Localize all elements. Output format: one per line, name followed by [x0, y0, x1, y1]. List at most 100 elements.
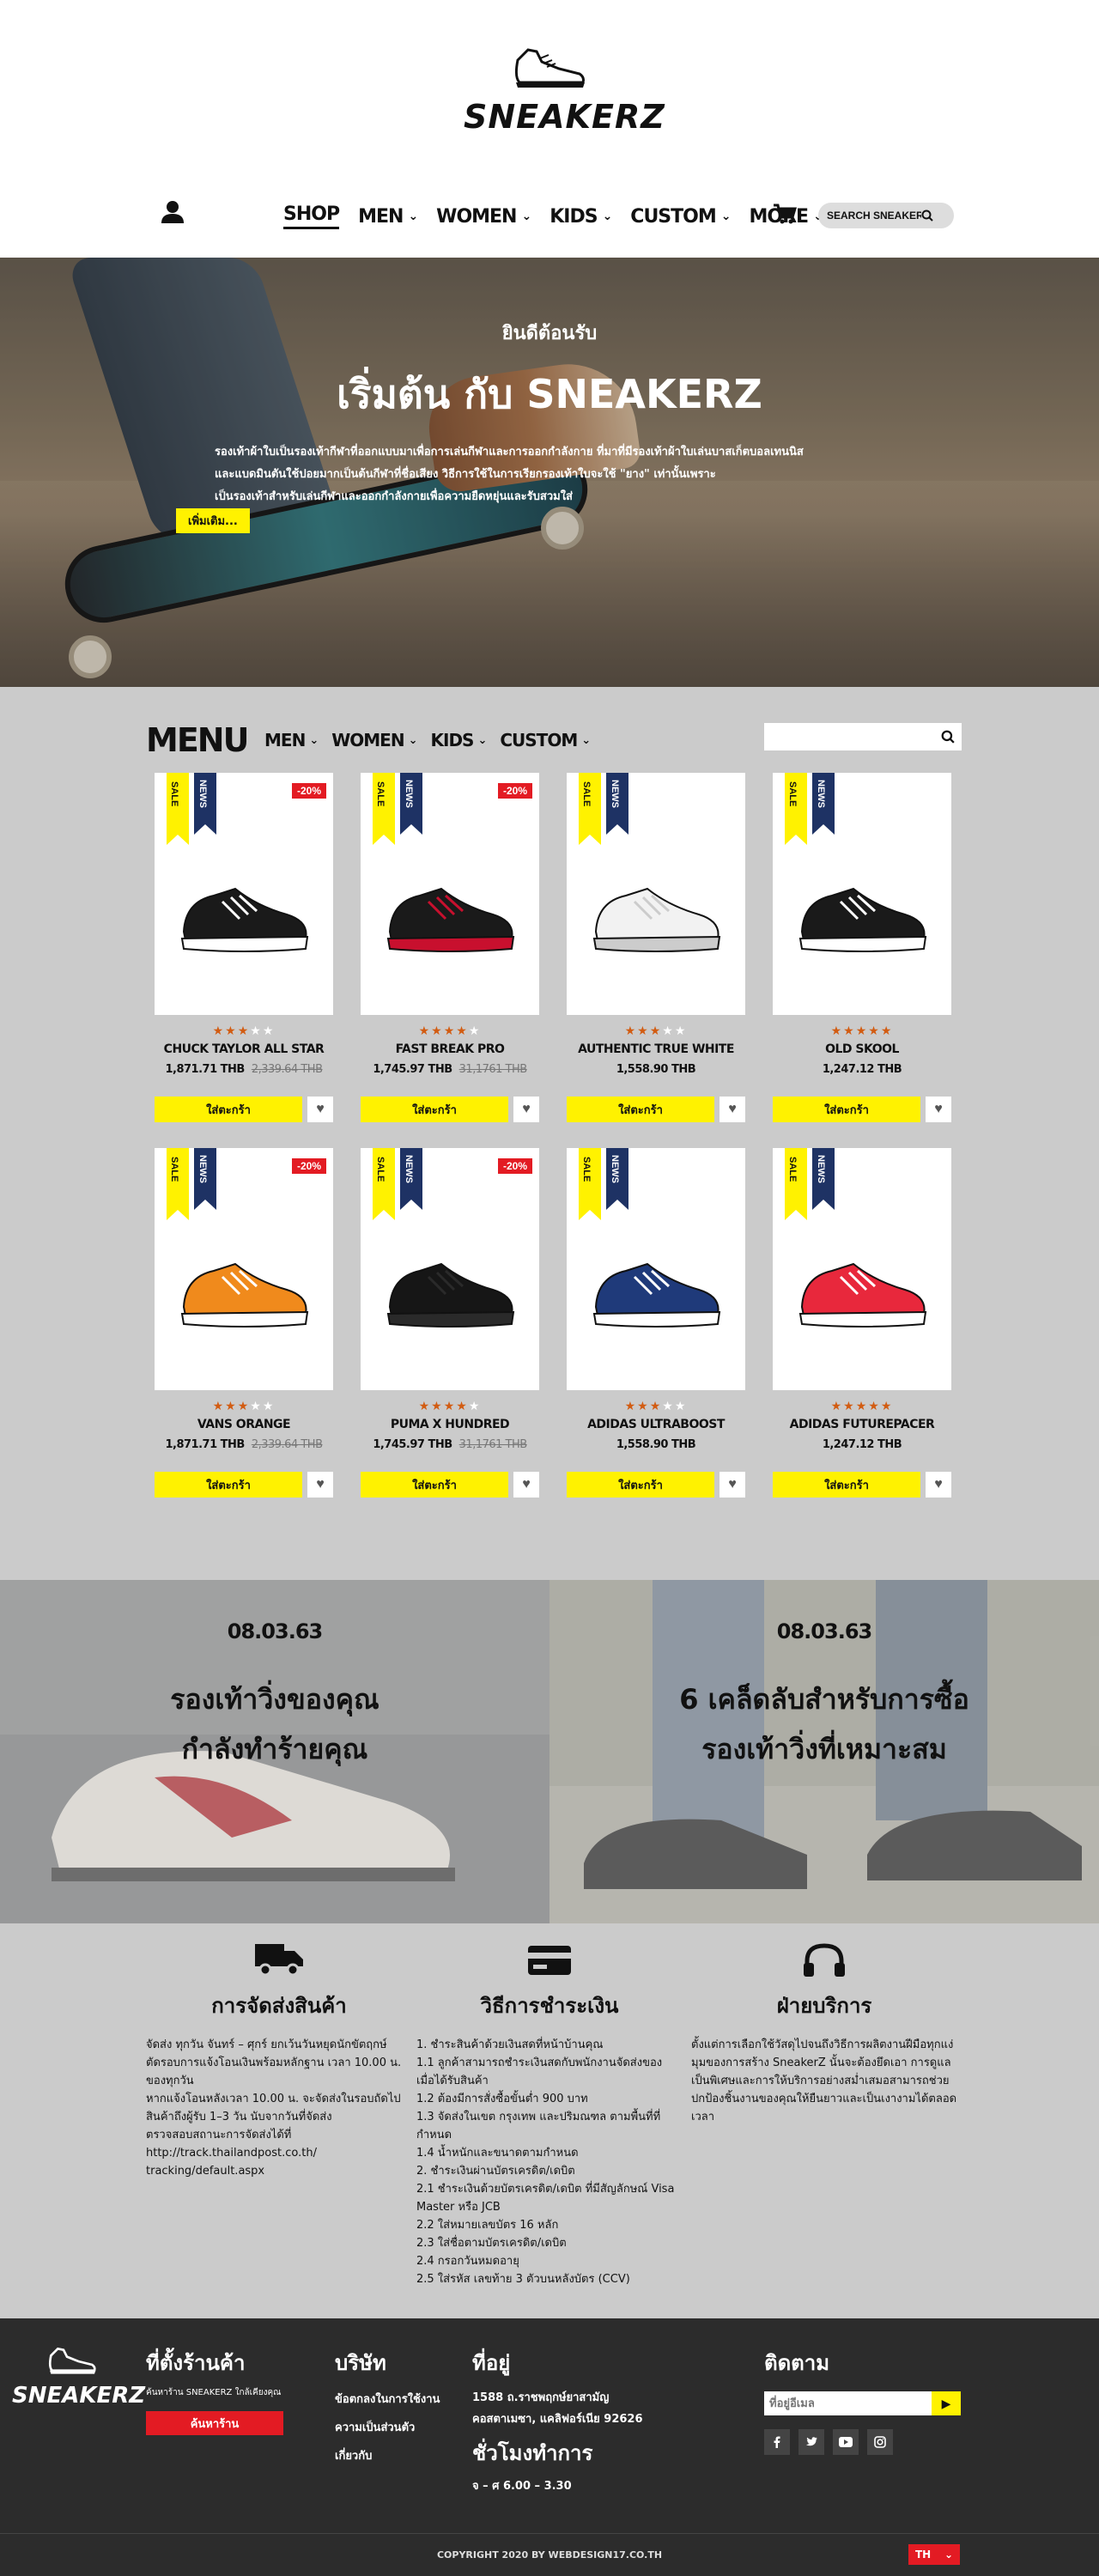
title-line: กำลังทำร้ายคุณ: [181, 1733, 368, 1765]
menu-nav-men[interactable]: MEN ⌄: [264, 730, 319, 750]
nav-item-men[interactable]: MEN ⌄: [358, 205, 418, 228]
hero-text: ยินดีต้อนรับ เริ่มต้น กับ SNEAKERZ รองเท…: [189, 318, 910, 508]
add-to-cart-button[interactable]: ใส่ตะกร้า: [155, 1472, 302, 1498]
facebook-icon[interactable]: [764, 2429, 790, 2455]
product-card[interactable]: SALE NEWS ★★★★★ ADIDAS FUTUREPACER 1,247.12 …: [773, 1148, 953, 1500]
footer-company-title: บริษัท: [335, 2351, 386, 2375]
newsletter-form: ▶: [764, 2391, 961, 2415]
product-card[interactable]: SALE NEWS -20% ★★★★★ VANS ORANGE 1,871.71 THB…: [155, 1148, 335, 1500]
chevron-down-icon: ⌄: [309, 733, 319, 747]
menu-nav-kids[interactable]: KIDS ⌄: [431, 730, 488, 750]
hero-welcome: ยินดีต้อนรับ: [501, 323, 598, 344]
product-name[interactable]: CHUCK TAYLOR ALL STAR: [155, 1042, 333, 1056]
header-search-input[interactable]: [827, 210, 921, 222]
footer-link-privacy[interactable]: ความเป็นส่วนตัว: [335, 2418, 440, 2436]
find-store-button[interactable]: ค้นหาร้าน: [146, 2411, 283, 2435]
footer-company: บริษัท ข้อตกลงในการใช้งาน ความเป็นส่วนตั…: [335, 2346, 440, 2464]
info-line: 2. ชำระเงินผ่านบัตรเครดิต/เดบิต: [416, 2165, 575, 2178]
nav-item-custom[interactable]: CUSTOM ⌄: [630, 206, 732, 228]
product-card[interactable]: SALE NEWS -20% ★★★★★ CHUCK TAYLOR ALL STAR 1,…: [155, 773, 335, 1125]
info-line: 1. ชำระสินค้าด้วยเงินสดที่หน้าบ้านคุณ: [416, 2038, 604, 2051]
brand-logo[interactable]: SNEAKERZ: [464, 43, 665, 163]
product-card[interactable]: SALE NEWS ★★★★★ OLD SKOOL 1,247.12 THB ใส่ตะก…: [773, 773, 953, 1125]
info-line[interactable]: http://track.thailandpost.co.th/ trackin…: [146, 2144, 412, 2180]
add-to-cart-button[interactable]: ใส่ตะกร้า: [361, 1472, 508, 1498]
hero-more-button[interactable]: เพิ่มเติม...: [176, 508, 250, 533]
product-name[interactable]: PUMA X HUNDRED: [361, 1418, 539, 1431]
youtube-icon[interactable]: [833, 2429, 859, 2455]
menu-nav-women[interactable]: WOMEN ⌄: [331, 730, 417, 750]
product-name[interactable]: AUTHENTIC TRUE WHITE: [567, 1042, 745, 1056]
cart-icon[interactable]: [773, 203, 797, 225]
product-image[interactable]: SALE NEWS -20%: [361, 773, 539, 1015]
sale-ribbon: SALE: [785, 773, 807, 845]
blog-post-date: 08.03.63: [776, 1619, 872, 1643]
blog-post[interactable]: 08.03.63 รองเท้าวิ่งของคุณ กำลังทำร้ายคุณ: [0, 1580, 550, 1923]
search-icon[interactable]: [921, 210, 933, 222]
favorite-button[interactable]: ♥: [720, 1472, 745, 1498]
blog-post[interactable]: 08.03.63 6 เคล็ดลับสำหรับการซื้อ รองเท้าว…: [550, 1580, 1099, 1923]
add-to-cart-button[interactable]: ใส่ตะกร้า: [773, 1097, 920, 1122]
favorite-button[interactable]: ♥: [926, 1472, 951, 1498]
product-image[interactable]: SALE NEWS -20%: [155, 773, 333, 1015]
product-image[interactable]: SALE NEWS: [567, 1148, 745, 1390]
nav-item-shop[interactable]: SHOP: [283, 204, 340, 229]
product-name[interactable]: OLD SKOOL: [773, 1042, 951, 1056]
twitter-icon[interactable]: [798, 2429, 824, 2455]
news-ribbon: NEWS: [606, 1148, 628, 1210]
product-image[interactable]: SALE NEWS: [773, 773, 951, 1015]
add-to-cart-button[interactable]: ใส่ตะกร้า: [567, 1472, 714, 1498]
product-name[interactable]: ADIDAS FUTUREPACER: [773, 1418, 951, 1431]
nav-item-women[interactable]: WOMEN ⌄: [436, 206, 531, 228]
search-icon[interactable]: [941, 730, 955, 744]
info-line: จัดส่ง ทุกวัน จันทร์ – ศุกร์ ยกเว้นวันหย…: [146, 2038, 387, 2051]
add-to-cart-button[interactable]: ใส่ตะกร้า: [567, 1097, 714, 1122]
shoe-image: [180, 1262, 309, 1327]
favorite-button[interactable]: ♥: [307, 1097, 333, 1122]
heart-icon: ♥: [522, 1477, 531, 1492]
chevron-down-icon: ⌄: [720, 210, 732, 223]
add-to-cart-button[interactable]: ใส่ตะกร้า: [773, 1472, 920, 1498]
chevron-down-icon: ⌄: [581, 733, 591, 747]
heart-icon: ♥: [728, 1477, 737, 1492]
product-name[interactable]: FAST BREAK PRO: [361, 1042, 539, 1056]
product-image[interactable]: SALE NEWS: [567, 773, 745, 1015]
product-card[interactable]: SALE NEWS ★★★★★ AUTHENTIC TRUE WHITE 1,558.9…: [567, 773, 747, 1125]
favorite-button[interactable]: ♥: [513, 1472, 539, 1498]
footer-link-about[interactable]: เกี่ยวกับ: [335, 2446, 440, 2464]
favorite-button[interactable]: ♥: [513, 1097, 539, 1122]
nav-item-label: KIDS: [550, 205, 598, 228]
shipping-info: การจัดส่งสินค้า จัดส่ง ทุกวัน จันทร์ – ศ…: [146, 1941, 412, 2180]
nav-item-label: MEN: [358, 205, 404, 228]
info-line: 2.1 ชำระเงินด้วยบัตรเครดิต/เดบิต ที่มีสั…: [416, 2183, 678, 2214]
product-image[interactable]: SALE NEWS -20%: [155, 1148, 333, 1390]
newsletter-submit-button[interactable]: ▶: [932, 2391, 961, 2415]
product-image[interactable]: SALE NEWS -20%: [361, 1148, 539, 1390]
heart-icon: ♥: [316, 1102, 325, 1116]
favorite-button[interactable]: ♥: [307, 1472, 333, 1498]
product-name[interactable]: ADIDAS ULTRABOOST: [567, 1418, 745, 1431]
add-to-cart-button[interactable]: ใส่ตะกร้า: [155, 1097, 302, 1122]
email-field[interactable]: [764, 2391, 932, 2415]
hero-title: เริ่มต้น กับ SNEAKERZ: [337, 371, 762, 417]
menu-nav-label: MEN: [264, 730, 306, 750]
menu-search-input[interactable]: [771, 730, 926, 744]
favorite-button[interactable]: ♥: [720, 1097, 745, 1122]
footer-brand-name: SNEAKERZ: [12, 2383, 146, 2409]
instagram-icon[interactable]: [867, 2429, 893, 2455]
footer-logo[interactable]: SNEAKERZ: [12, 2344, 146, 2409]
nav-item-kids[interactable]: KIDS ⌄: [550, 205, 612, 228]
favorite-button[interactable]: ♥: [926, 1097, 951, 1122]
product-card[interactable]: SALE NEWS -20% ★★★★★ FAST BREAK PRO 1,745.97 …: [361, 773, 541, 1125]
language-select[interactable]: TH ⌄: [908, 2544, 960, 2565]
chevron-down-icon: ⌄: [944, 2549, 953, 2561]
product-name[interactable]: VANS ORANGE: [155, 1418, 333, 1431]
product-image[interactable]: SALE NEWS: [773, 1148, 951, 1390]
menu-nav-custom[interactable]: CUSTOM ⌄: [500, 730, 591, 750]
user-account-icon[interactable]: [160, 199, 185, 225]
product-card[interactable]: SALE NEWS ★★★★★ ADIDAS ULTRABOOST 1,558.90 T…: [567, 1148, 747, 1500]
footer-store-subtitle: ค้นหาร้าน SNEAKERZ ใกล้เคียงคุณ: [146, 2388, 282, 2397]
product-card[interactable]: SALE NEWS -20% ★★★★★ PUMA X HUNDRED 1,745.97 …: [361, 1148, 541, 1500]
footer-link-terms[interactable]: ข้อตกลงในการใช้งาน: [335, 2390, 440, 2408]
add-to-cart-button[interactable]: ใส่ตะกร้า: [361, 1097, 508, 1122]
